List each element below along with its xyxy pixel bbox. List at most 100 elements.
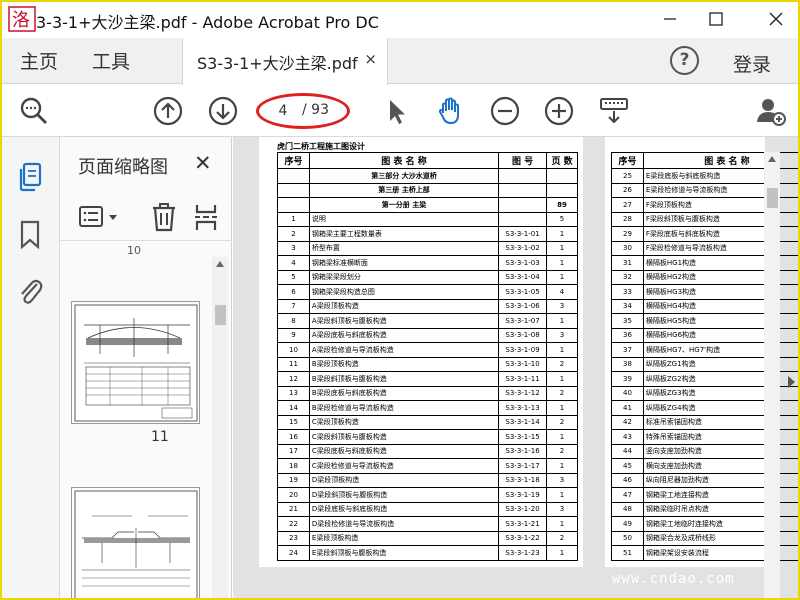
row-name: 钢箱梁主要工程数量表 <box>308 226 500 242</box>
row-fig: S3-3-1-06 <box>498 298 548 314</box>
row-no: 47 <box>611 487 644 503</box>
row-name: D梁段斜顶板与腹板构造 <box>308 487 500 503</box>
row-fig: S3-3-1-17 <box>498 458 548 474</box>
table-row: 19 D梁段顶板构造 S3-3-1-18 3 <box>277 472 578 488</box>
page-break-icon[interactable] <box>194 202 218 232</box>
login-button[interactable]: 登录 <box>733 50 771 77</box>
title-bar: 洛 3-3-1+大沙主梁.pdf - Adobe Acrobat Pro DC <box>0 0 800 38</box>
close-icon <box>769 12 783 26</box>
row-fig: S3-3-1-05 <box>498 284 548 300</box>
row-fig: S3-3-1-14 <box>498 414 548 430</box>
thumbnail-scrollbar-thumb[interactable] <box>215 305 226 325</box>
document-tab-close-button[interactable]: × <box>364 50 377 68</box>
expand-right-icon[interactable] <box>786 375 796 389</box>
thumbnail-scrollbar[interactable] <box>212 257 228 600</box>
document-scrollbar-thumb[interactable] <box>767 188 778 208</box>
row-no: 7 <box>277 298 310 314</box>
row-pages: 1 <box>546 342 578 358</box>
row-pages: 1 <box>546 429 578 445</box>
doc-scroll-up-icon[interactable] <box>767 155 777 163</box>
row-name: D梁段检修道与导流板构造 <box>308 516 500 532</box>
page-display-button[interactable] <box>598 95 630 127</box>
plus-circle-icon <box>544 96 574 126</box>
document-scrollbar[interactable] <box>764 152 780 600</box>
section-fig <box>498 197 548 213</box>
row-no: 21 <box>277 501 310 517</box>
row-name: E梁段顶板构造 <box>308 530 500 546</box>
attachment-icon[interactable] <box>16 275 44 307</box>
row-no: 17 <box>277 443 310 459</box>
row-name: C梁段底板与斜底板构造 <box>308 443 500 459</box>
table-row: 6 钢箱梁梁段构造总图 S3-3-1-05 4 <box>277 284 578 300</box>
row-name: D梁段顶板构造 <box>308 472 500 488</box>
row-fig: S3-3-1-07 <box>498 313 548 329</box>
zoom-in-button[interactable] <box>543 95 575 127</box>
zoom-out-button[interactable] <box>489 95 521 127</box>
section-title: 第一分册 主梁 <box>308 197 500 213</box>
select-tool-button[interactable] <box>380 95 412 127</box>
table-row: 10 A梁段检修道与导流板构造 S3-3-1-09 1 <box>277 342 578 358</box>
maximize-button[interactable] <box>696 4 736 34</box>
thumbnail-page-11[interactable] <box>71 301 200 424</box>
row-no: 13 <box>277 385 310 401</box>
row-no: 50 <box>611 530 644 546</box>
row-no: 16 <box>277 429 310 445</box>
help-icon[interactable]: ? <box>670 46 699 75</box>
row-no: 14 <box>277 400 310 416</box>
row-fig: S3-3-1-01 <box>498 226 548 242</box>
row-pages: 1 <box>546 458 578 474</box>
section-row: 第三册 主桥上部 <box>277 182 578 198</box>
row-no: 20 <box>277 487 310 503</box>
row-pages: 1 <box>546 269 578 285</box>
zoom-search-button[interactable] <box>18 95 50 127</box>
share-user-button[interactable] <box>755 95 787 127</box>
navigation-rail <box>0 137 60 600</box>
row-no: 30 <box>611 240 644 256</box>
menu-home[interactable]: 主页 <box>20 47 58 74</box>
table-row: 15 C梁段顶板构造 S3-3-1-14 2 <box>277 414 578 430</box>
bookmark-icon[interactable] <box>16 219 44 251</box>
row-name: A梁段斜顶板与腹板构造 <box>308 313 500 329</box>
pdf-page-next: 序号 图 表 名 称 25 E梁段底板与斜底板构造 26 E梁段检修道与导流板构造 27… <box>605 137 800 567</box>
row-no: 41 <box>611 400 644 416</box>
trash-icon[interactable] <box>150 202 178 232</box>
minimize-icon <box>664 18 676 20</box>
row-name: A梁段检修道与导流板构造 <box>308 342 500 358</box>
row-no: 11 <box>277 356 310 372</box>
thumbnail-options-icon[interactable] <box>78 205 120 229</box>
document-tab-label: S3-3-1+大沙主梁.pdf <box>197 54 358 73</box>
section-no <box>277 197 310 213</box>
panel-close-button[interactable]: ✕ <box>194 151 212 175</box>
menu-tools[interactable]: 工具 <box>92 47 130 74</box>
row-fig: S3-3-1-20 <box>498 501 548 517</box>
row-no: 42 <box>611 414 644 430</box>
thumbnail-page-12[interactable] <box>71 487 200 600</box>
row-fig: S3-3-1-21 <box>498 516 548 532</box>
next-page-button[interactable] <box>207 95 239 127</box>
hand-tool-button[interactable] <box>434 95 466 127</box>
panel-toolbar <box>60 191 232 241</box>
page-thumbnails-icon[interactable] <box>16 161 44 193</box>
table-row: 8 A梁段斜顶板与腹板构造 S3-3-1-07 1 <box>277 313 578 329</box>
row-pages: 2 <box>546 356 578 372</box>
table-row: 17 C梁段底板与斜底板构造 S3-3-1-16 2 <box>277 443 578 459</box>
row-no: 24 <box>277 545 310 561</box>
document-viewport[interactable]: 虎门二桥工程施工图设计 序号 图 表 名 称 图 号 页 数 第三部分 大沙水道… <box>233 137 800 600</box>
minimize-button[interactable] <box>650 4 690 34</box>
close-window-button[interactable] <box>756 4 796 34</box>
row-no: 3 <box>277 240 310 256</box>
row-no: 35 <box>611 313 644 329</box>
row-name: 说明 <box>308 211 500 227</box>
row-fig: S3-3-1-19 <box>498 487 548 503</box>
row-no: 40 <box>611 385 644 401</box>
scroll-up-icon[interactable] <box>215 260 225 268</box>
row-name: C梁段顶板构造 <box>308 414 500 430</box>
row-pages: 3 <box>546 327 578 343</box>
row-fig: S3-3-1-04 <box>498 269 548 285</box>
table-row: 2 钢箱梁主要工程数量表 S3-3-1-01 1 <box>277 226 578 242</box>
row-pages: 1 <box>546 400 578 416</box>
document-tab[interactable]: S3-3-1+大沙主梁.pdf × <box>182 38 388 85</box>
row-pages: 5 <box>546 211 578 227</box>
previous-page-button[interactable] <box>152 95 184 127</box>
table-row: 7 A梁段顶板构造 S3-3-1-06 3 <box>277 298 578 314</box>
